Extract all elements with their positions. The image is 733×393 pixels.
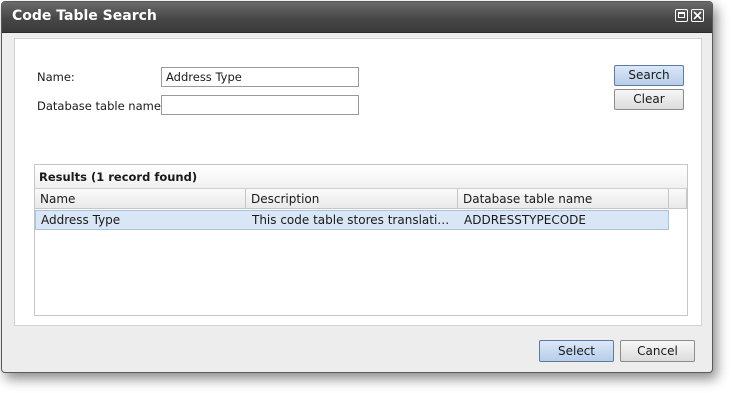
results-header: Results (1 record found)	[35, 165, 687, 189]
close-icon[interactable]	[691, 9, 704, 22]
results-grid: Results (1 record found) Name Descriptio…	[34, 164, 688, 316]
column-header-description[interactable]: Description	[246, 189, 458, 209]
name-label: Name:	[37, 70, 75, 84]
column-header-database-table-name[interactable]: Database table name	[458, 189, 669, 209]
code-table-search-dialog: Code Table Search Name: Database table n…	[1, 1, 713, 373]
database-table-name-label: Database table name:	[37, 99, 165, 113]
column-header-name[interactable]: Name	[35, 189, 246, 209]
clear-button[interactable]: Clear	[614, 89, 684, 110]
cell-description: This code table stores translations o...	[252, 213, 456, 227]
title-bar[interactable]: Code Table Search	[2, 2, 712, 33]
cell-database-table-name: ADDRESSTYPECODE	[464, 213, 586, 227]
column-header-filler	[669, 189, 687, 209]
table-row[interactable]: Address Type This code table stores tran…	[35, 210, 669, 230]
results-title: Results (1 record found)	[39, 170, 198, 184]
dialog-content: Name: Database table name: Search Clear …	[14, 38, 702, 326]
maximize-icon[interactable]	[675, 9, 688, 22]
cancel-button[interactable]: Cancel	[620, 340, 695, 362]
select-button[interactable]: Select	[539, 340, 614, 362]
search-button[interactable]: Search	[614, 65, 684, 86]
cell-name: Address Type	[41, 213, 121, 227]
name-input[interactable]	[161, 67, 359, 87]
database-table-name-input[interactable]	[161, 95, 359, 115]
dialog-title: Code Table Search	[12, 8, 157, 24]
